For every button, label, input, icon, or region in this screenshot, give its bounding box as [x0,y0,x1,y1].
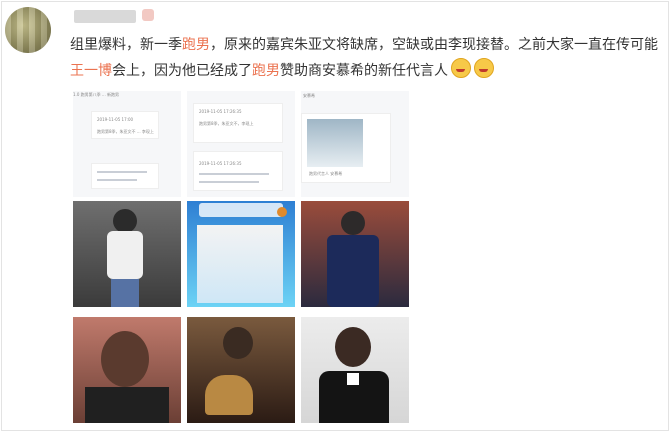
screenshot-text: 2019-11-05 17:26:35 [199,109,242,114]
image-thumbnail-photo-court[interactable] [73,201,181,307]
post-text-part: ，原来的嘉宾朱亚文将缺席，空缺或由李现接替。之前大家一直在传可能 [210,37,658,53]
screenshot-photo [307,119,363,167]
photo-figure-head [335,327,371,367]
keyword-link[interactable]: 跑男 [182,37,210,53]
screenshot-text: 跑男代言人 安慕希 [309,171,343,176]
screenshot-text: 2019-11-05 17:26:35 [199,161,242,166]
screenshot-card [193,151,283,191]
photo-figure-shirt [85,387,169,423]
basketball-icon [277,207,287,217]
photo-figure-jeans [111,279,139,307]
poster-banner [199,203,283,217]
poster-people [197,225,283,303]
image-thumbnail-photo-suit[interactable] [301,201,409,307]
screenshot-text-line [97,171,147,173]
post-text-part: 赞助商安慕希的新任代言人 [280,63,448,79]
screenshot-text: 跑男第8季，朱亚文不 ... 李现上 [97,129,154,134]
keyword-link[interactable]: 王一博 [70,63,112,79]
photo-figure-head [101,331,149,387]
image-thumbnail-photo-hotpot[interactable] [187,317,295,423]
image-thumbnail-poster-drink[interactable] [187,201,295,307]
post-text-part: 组里爆料，新一季 [70,37,182,53]
screenshot-card [91,163,159,189]
image-thumbnail-portrait-2[interactable] [301,317,409,423]
image-thumbnail-screenshot-3[interactable]: 安慕希 跑男代言人 安慕希 [301,91,409,197]
screenshot-text-line [97,179,137,181]
photo-figure-head [223,327,253,359]
grin-emoji-icon [474,58,494,78]
username-blurred[interactable] [74,10,136,23]
screenshot-text: 跑男第8季，朱亚文不，李现上 [199,121,254,126]
post-text: 组里爆料，新一季跑男，原来的嘉宾朱亚文将缺席，空缺或由李现接替。之前大家一直在传… [70,33,660,84]
photo-figure-shirt [347,373,359,385]
post-text-part: 会上，因为他已经成了 [112,63,252,79]
user-badge-icon [142,9,154,21]
photo-figure-head [113,209,137,233]
photo-figure-head [341,211,365,235]
photo-figure-suit [327,235,379,307]
grin-emoji-icon [451,58,471,78]
screenshot-text: 2019-11-05 17:00 [97,117,134,122]
hotpot [205,375,253,415]
image-thumbnail-portrait-1[interactable] [73,317,181,423]
photo-figure-shirt [107,231,143,279]
image-thumbnail-screenshot-2[interactable]: 2019-11-05 17:26:35 跑男第8季，朱亚文不，李现上 2019-… [187,91,295,197]
user-avatar[interactable] [5,7,51,53]
screenshot-text-line [199,173,269,175]
screenshot-text: 1.0 跑男第八季 ... 新跑男 [73,92,119,97]
keyword-link[interactable]: 跑男 [252,63,280,79]
image-thumbnail-screenshot-1[interactable]: 1.0 跑男第八季 ... 新跑男 2019-11-05 17:00 跑男第8季… [73,91,181,197]
screenshot-text-line [199,181,259,183]
screenshot-text: 安慕希 [303,93,315,98]
